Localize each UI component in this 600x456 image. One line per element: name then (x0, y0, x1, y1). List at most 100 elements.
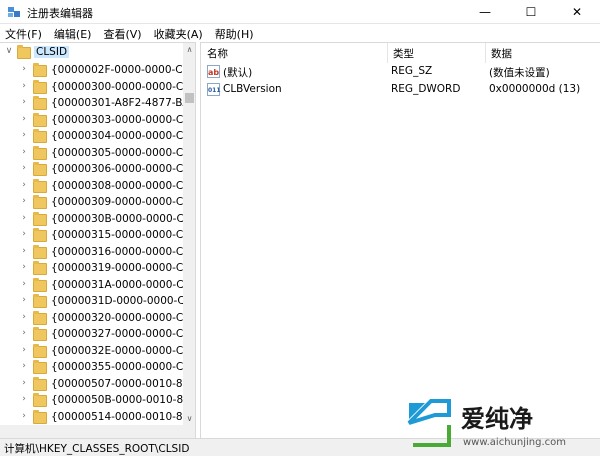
menu-file[interactable]: 文件(F) (0, 24, 49, 42)
folder-icon (33, 211, 47, 226)
string-value-icon: ab (207, 65, 220, 78)
chevron-right-icon[interactable]: › (19, 246, 29, 256)
menu-help[interactable]: 帮助(H) (210, 24, 261, 42)
folder-icon (33, 145, 47, 160)
tree-item-label: {00000304-0000-0000-C000 (51, 130, 196, 142)
folder-icon (33, 376, 47, 391)
menu-bar: 文件(F) 编辑(E) 查看(V) 收藏夹(A) 帮助(H) (0, 24, 600, 42)
scroll-up-icon[interactable]: ∧ (183, 43, 195, 56)
chevron-right-icon[interactable]: › (19, 394, 29, 404)
folder-open-icon (17, 45, 31, 59)
chevron-right-icon[interactable]: › (19, 81, 29, 91)
folder-icon (33, 409, 47, 424)
chevron-right-icon[interactable]: › (19, 312, 29, 322)
chevron-right-icon[interactable]: › (19, 97, 29, 107)
tree-item[interactable]: › {00000315-0000-0000-C000 (0, 228, 195, 244)
folder-icon (33, 327, 47, 341)
tree-item[interactable]: › {00000355-0000-0000-C000 (0, 360, 195, 376)
tree-item[interactable]: › {00000507-0000-0010-8000 (0, 376, 195, 393)
column-header-name[interactable]: 名称 (201, 43, 387, 63)
key-tree[interactable]: ∨ CLSID › {0000002F-0000-0000-C000 › {00000… (0, 42, 196, 438)
chevron-right-icon[interactable]: › (19, 345, 29, 355)
maximize-button[interactable]: ☐ (508, 0, 554, 24)
tree-item[interactable]: › {00000305-0000-0000-C000 (0, 145, 195, 162)
tree-item[interactable]: › {0000030B-0000-0000-C000 (0, 211, 195, 228)
tree-item[interactable]: › {00000306-0000-0000-C000 (0, 162, 195, 178)
chevron-right-icon[interactable]: › (19, 213, 29, 223)
tree-item-label: {0000031A-0000-0000-C000 (51, 278, 196, 291)
menu-edit[interactable]: 编辑(E) (49, 24, 99, 42)
chevron-right-icon[interactable]: › (19, 114, 29, 124)
value-list[interactable]: 名称 类型 数据 ab (默认) REG_SZ (数值未设置) 011 CLBV… (200, 42, 600, 438)
value-data: (数值未设置) (489, 67, 550, 79)
column-header-data[interactable]: 数据 (485, 43, 600, 63)
menu-view[interactable]: 查看(V) (98, 24, 148, 42)
scrollbar-thumb[interactable] (185, 93, 194, 103)
tree-item-label: {0000031D-0000-0000-C000 (51, 295, 196, 307)
menu-favorites[interactable]: 收藏夹(A) (149, 24, 210, 42)
tree-vertical-scrollbar[interactable]: ∧ ∨ (183, 43, 195, 425)
chevron-right-icon[interactable]: › (19, 147, 29, 157)
tree-item-label: {00000327-0000-0000-C000 (51, 328, 196, 340)
value-row-default[interactable]: ab (默认) REG_SZ (数值未设置) (201, 63, 600, 81)
chevron-right-icon[interactable]: › (19, 130, 29, 140)
window-title: 注册表编辑器 (27, 7, 93, 20)
title-bar: 注册表编辑器 — ☐ ✕ (0, 0, 600, 24)
tree-item[interactable]: › {0000050B-0000-0010-8000 (0, 393, 195, 409)
tree-item[interactable]: › {00000327-0000-0000-C000 (0, 327, 195, 343)
watermark-brand: 爱纯净 (461, 405, 533, 433)
chevron-right-icon[interactable]: › (19, 180, 29, 190)
column-header-type[interactable]: 类型 (387, 43, 485, 63)
folder-icon (33, 393, 47, 407)
tree-item-label: {00000308-0000-0000-C000 (51, 179, 196, 192)
tree-horizontal-scrollbar[interactable] (0, 425, 195, 438)
value-row-clbversion[interactable]: 011 CLBVersion REG_DWORD 0x0000000d (13) (201, 81, 600, 99)
maximize-icon: ☐ (525, 5, 537, 19)
chevron-right-icon[interactable]: › (19, 361, 29, 371)
folder-icon (33, 178, 47, 193)
close-button[interactable]: ✕ (554, 0, 600, 24)
tree-item[interactable]: › {0000031D-0000-0000-C000 (0, 294, 195, 310)
tree-item-label: {0000032E-0000-0000-C000 (51, 344, 196, 357)
chevron-right-icon[interactable]: › (19, 378, 29, 388)
tree-item[interactable]: › {00000320-0000-0000-C000 (0, 310, 195, 327)
tree-item[interactable]: › {00000304-0000-0000-C000 (0, 129, 195, 145)
chevron-right-icon[interactable]: › (19, 64, 29, 74)
value-type: REG_SZ (391, 65, 433, 77)
tree-item-clsid[interactable]: ∨ CLSID (0, 45, 184, 61)
folder-icon (33, 96, 47, 110)
folder-icon (33, 294, 47, 308)
scroll-down-icon[interactable]: ∨ (183, 412, 195, 425)
tree-item[interactable]: › {0000032E-0000-0000-C000 (0, 343, 195, 360)
tree-item[interactable]: › {0000031A-0000-0000-C000 (0, 277, 195, 294)
folder-icon (33, 244, 47, 259)
chevron-right-icon[interactable]: › (19, 262, 29, 272)
chevron-right-icon[interactable]: › (19, 328, 29, 338)
tree-item-label: {00000315-0000-0000-C000 (51, 229, 196, 241)
tree-item[interactable]: › {00000308-0000-0000-C000 (0, 178, 195, 195)
tree-item[interactable]: › {00000319-0000-0000-C000 (0, 261, 195, 277)
chevron-right-icon[interactable]: › (19, 411, 29, 421)
tree-item[interactable]: › {00000300-0000-0000-C000 (0, 79, 195, 96)
folder-icon (33, 261, 47, 275)
watermark-emblem-icon (407, 399, 451, 447)
tree-item[interactable]: › {00000316-0000-0000-C000 (0, 244, 195, 261)
folder-icon (33, 343, 47, 358)
chevron-right-icon[interactable]: › (19, 196, 29, 206)
folder-icon (33, 162, 47, 176)
tree-item-label: {00000301-A8F2-4877-BA0A (51, 97, 196, 109)
chevron-right-icon[interactable]: › (19, 295, 29, 305)
chevron-down-icon[interactable]: ∨ (4, 46, 14, 56)
tree-item[interactable]: › {0000002F-0000-0000-C000 (0, 63, 195, 79)
chevron-right-icon[interactable]: › (19, 229, 29, 239)
chevron-right-icon[interactable]: › (19, 279, 29, 289)
tree-item[interactable]: › {00000303-0000-0000-C000 (0, 112, 195, 129)
value-data: 0x0000000d (13) (489, 83, 581, 95)
tree-item[interactable]: › {00000514-0000-0010-8000 (0, 409, 195, 426)
tree-item[interactable]: › {00000309-0000-0000-C000 (0, 195, 195, 211)
tree-item[interactable]: › {00000301-A8F2-4877-BA0A (0, 96, 195, 112)
folder-icon (33, 79, 47, 94)
value-name: CLBVersion (223, 83, 282, 95)
chevron-right-icon[interactable]: › (19, 163, 29, 173)
minimize-button[interactable]: — (462, 0, 508, 24)
